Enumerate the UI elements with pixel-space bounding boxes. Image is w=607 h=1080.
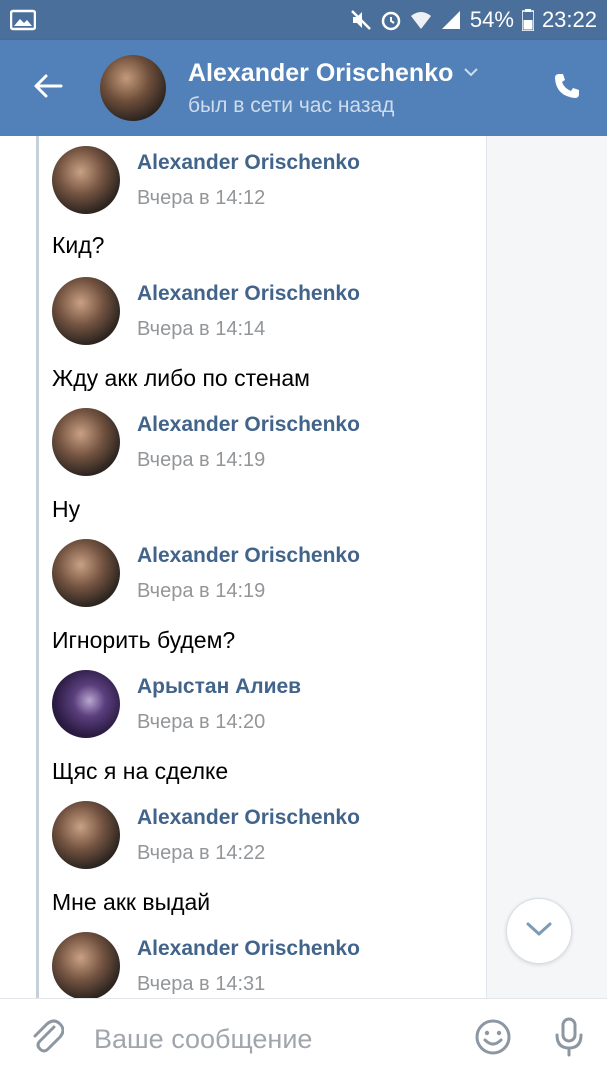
alarm-icon: [380, 9, 402, 31]
attach-button[interactable]: [0, 999, 94, 1080]
message-item: Alexander Orischenko Вчера в 14:19 Ну: [52, 406, 472, 523]
message-time: Вчера в 14:14: [137, 317, 266, 340]
message-time: Вчера в 14:12: [137, 186, 266, 209]
battery-icon: [521, 9, 534, 31]
avatar[interactable]: [52, 146, 120, 214]
right-panel: [487, 136, 607, 998]
chevron-down-icon: [463, 64, 479, 82]
message-author[interactable]: Alexander Orischenko: [137, 544, 360, 568]
signal-icon: [440, 9, 462, 31]
avatar[interactable]: [52, 408, 120, 476]
message-item: Кид?: [52, 232, 472, 259]
avatar[interactable]: [52, 670, 120, 738]
message-time: Вчера в 14:31: [137, 972, 266, 995]
online-status: был в сети час назад: [188, 93, 395, 117]
message-list[interactable]: Alexander Orischenko Вчера в 14:12 Кид? …: [0, 136, 607, 998]
message-author[interactable]: Alexander Orischenko: [137, 937, 360, 961]
status-bar: 54% 23:22: [0, 0, 607, 40]
wifi-icon: [410, 9, 432, 31]
call-button[interactable]: [527, 40, 607, 136]
image-icon: [10, 9, 40, 31]
forwarded-indicator-line: [36, 136, 39, 998]
back-arrow-icon: [33, 73, 63, 104]
message-author[interactable]: Alexander Orischenko: [137, 413, 360, 437]
message-text: Мне акк выдай: [52, 889, 211, 915]
message-item: Арыстан Алиев Вчера в 14:20 Щяс я на сде…: [52, 668, 472, 785]
back-button[interactable]: [0, 40, 96, 136]
message-time: Вчера в 14:20: [137, 710, 266, 733]
message-text: Ну: [52, 496, 81, 522]
message-item: Alexander Orischenko Вчера в 14:22 Мне а…: [52, 799, 472, 916]
message-input[interactable]: [94, 1009, 455, 1070]
paperclip-icon: [30, 1018, 65, 1061]
message-author[interactable]: Арыстан Алиев: [137, 675, 301, 699]
chat-title: Alexander Orischenko: [188, 58, 454, 87]
phone-icon: [552, 71, 582, 106]
chat-title-block[interactable]: Alexander Orischenko был в сети час наза…: [188, 59, 527, 118]
mic-icon: [554, 1017, 584, 1062]
message-time: Вчера в 14:19: [137, 579, 266, 602]
avatar[interactable]: [52, 801, 120, 869]
scroll-down-button[interactable]: [506, 898, 572, 964]
message-text: Щяс я на сделке: [52, 758, 229, 784]
message-text: Жду акк либо по стенам: [52, 365, 310, 391]
message-text: Кид?: [52, 232, 105, 258]
divider: [486, 136, 487, 998]
message-item: Alexander Orischenko Вчера в 14:12: [52, 144, 472, 216]
emoji-icon: [474, 1018, 512, 1061]
message-author[interactable]: Alexander Orischenko: [137, 151, 360, 175]
voice-message-button[interactable]: [531, 999, 607, 1080]
mute-icon: [350, 9, 372, 31]
message-time: Вчера в 14:19: [137, 448, 266, 471]
avatar[interactable]: [100, 55, 166, 121]
message-item: Alexander Orischenko Вчера в 14:14 Жду а…: [52, 275, 472, 392]
message-time: Вчера в 14:22: [137, 841, 266, 864]
battery-percent: 54%: [469, 7, 514, 32]
message-author[interactable]: Alexander Orischenko: [137, 282, 360, 306]
clock: 23:22: [541, 7, 597, 32]
avatar[interactable]: [52, 277, 120, 345]
message-item: Alexander Orischenko Вчера в 14:31: [52, 930, 472, 998]
chevron-down-icon: [525, 921, 553, 942]
message-item: Alexander Orischenko Вчера в 14:19 Игнор…: [52, 537, 472, 654]
avatar[interactable]: [52, 932, 120, 998]
message-composer: [0, 998, 607, 1080]
chat-header: Alexander Orischenko был в сети час наза…: [0, 40, 607, 136]
emoji-button[interactable]: [455, 999, 531, 1080]
message-text: Игнорить будем?: [52, 627, 236, 653]
message-author[interactable]: Alexander Orischenko: [137, 806, 360, 830]
avatar[interactable]: [52, 539, 120, 607]
